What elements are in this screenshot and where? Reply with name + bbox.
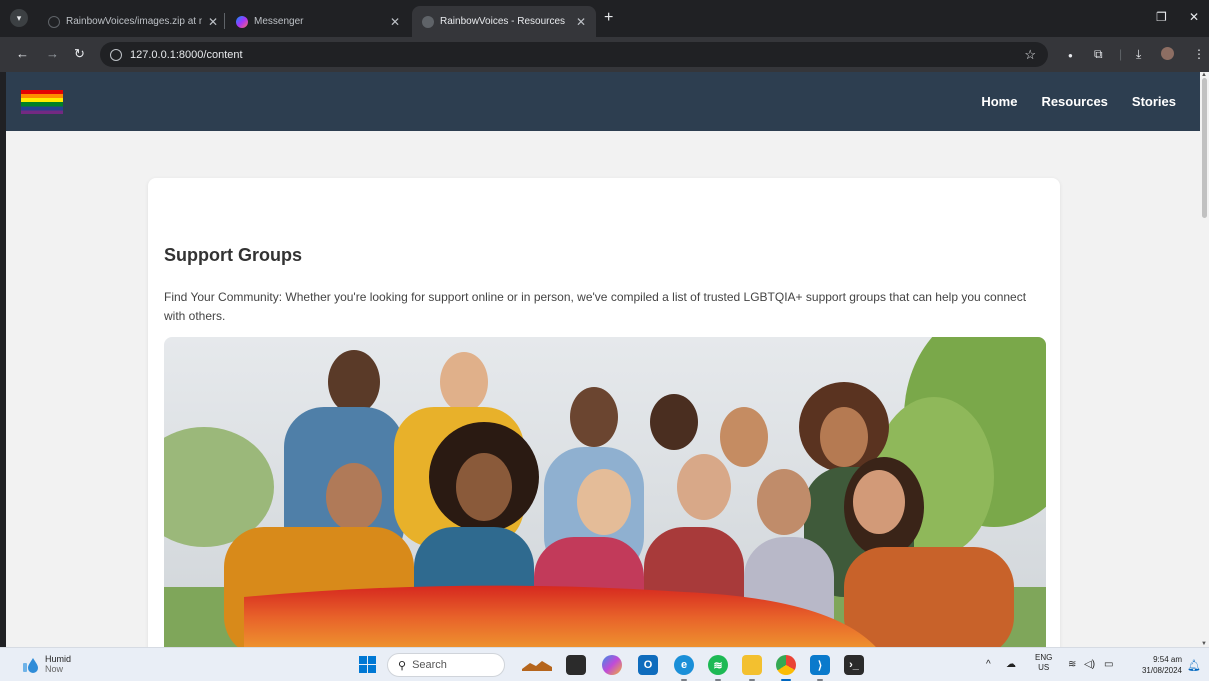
battery-icon[interactable]: ▭	[1104, 659, 1113, 670]
site-info-icon[interactable]	[110, 48, 122, 61]
spotify-icon[interactable]: ≋	[708, 655, 728, 681]
weather-time: Now	[45, 664, 64, 674]
address-bar[interactable]: 127.0.0.1:8000/content ☆	[100, 42, 1048, 67]
tab-github[interactable]: RainbowVoices/images.zip at m ✕	[38, 6, 228, 37]
language-code: ENG	[1035, 653, 1053, 662]
tab-title: RainbowVoices/images.zip at m	[66, 16, 202, 27]
task-view-icon[interactable]	[566, 655, 586, 675]
section-description: Find Your Community: Whether you're look…	[164, 290, 1027, 323]
volume-icon[interactable]: ◁)	[1084, 659, 1095, 670]
toolbar-separator: |	[1119, 47, 1123, 61]
weather-widget[interactable]: Humid Now	[45, 654, 71, 674]
copilot-icon[interactable]	[602, 655, 622, 675]
tab-title: Messenger	[254, 16, 304, 27]
wifi-icon[interactable]: ≋	[1068, 659, 1076, 670]
profile-avatar[interactable]	[1161, 47, 1174, 60]
tab-resources[interactable]: RainbowVoices - Resources ✕	[412, 6, 596, 37]
forward-icon[interactable]: →	[46, 47, 59, 60]
taskbar-search[interactable]: ⚲ Search	[387, 653, 505, 677]
restore-icon[interactable]: ❐	[1156, 10, 1167, 24]
shoes-widget-icon[interactable]	[520, 655, 554, 675]
clock-date: 31/08/2024	[1141, 666, 1182, 675]
back-icon[interactable]: ←	[16, 47, 29, 60]
page-viewport: Home Resources Stories Support Groups Fi…	[6, 72, 1200, 647]
site-header: Home Resources Stories	[6, 72, 1200, 131]
outlook-icon[interactable]: O	[638, 655, 658, 675]
search-icon: ⚲	[398, 659, 407, 672]
community-photo	[164, 337, 1046, 647]
weather-condition: Humid	[45, 654, 72, 664]
chrome-icon[interactable]	[776, 655, 796, 681]
page-scrollbar[interactable]: ▲ ▼	[1200, 72, 1209, 647]
nav-home-link[interactable]: Home	[981, 94, 1017, 109]
messenger-icon	[236, 15, 248, 28]
file-explorer-icon[interactable]	[742, 655, 762, 681]
close-icon[interactable]: ✕	[576, 15, 586, 29]
downloads-icon[interactable]: ⤓	[1136, 48, 1141, 60]
section-heading: Support Groups	[164, 245, 302, 265]
close-window-icon[interactable]: ✕	[1189, 10, 1199, 24]
terminal-icon[interactable]: ›_	[844, 655, 864, 675]
support-groups-card: Support Groups Find Your Community: Whet…	[148, 178, 1060, 647]
close-icon[interactable]: ✕	[390, 15, 400, 29]
scrollbar-thumb[interactable]	[1202, 78, 1207, 218]
site-nav: Home Resources Stories	[981, 72, 1200, 131]
system-clock[interactable]: 9:54 am 31/08/2024	[1130, 654, 1182, 676]
github-icon	[48, 15, 60, 28]
reload-icon[interactable]: ↻	[74, 47, 85, 60]
browser-tab-strip: ▾ RainbowVoices/images.zip at m ✕ Messen…	[0, 0, 1209, 37]
new-tab-icon[interactable]: +	[604, 10, 613, 26]
tab-messenger[interactable]: Messenger ✕	[226, 6, 410, 37]
url-text: 127.0.0.1:8000/content	[130, 48, 243, 61]
start-button[interactable]	[359, 656, 376, 673]
region-code: US	[1038, 663, 1050, 672]
nav-resources-link[interactable]: Resources	[1041, 94, 1107, 109]
bookmark-star-icon[interactable]: ☆	[1024, 47, 1036, 63]
edge-icon[interactable]: e	[674, 655, 694, 681]
notification-bell-icon[interactable]: 🔔︎	[1187, 659, 1201, 672]
nav-stories-link[interactable]: Stories	[1132, 94, 1176, 109]
extensions-icon[interactable]: ⧉	[1094, 48, 1103, 60]
clock-time: 9:54 am	[1153, 655, 1182, 664]
globe-icon	[422, 15, 434, 28]
windows-taskbar: Humid Now ⚲ Search O e ≋ ⟩ ›_ ^ ☁ ENG US…	[0, 647, 1209, 681]
language-indicator[interactable]: ENG US	[1035, 653, 1052, 673]
show-hidden-icons-icon[interactable]: ^	[986, 659, 991, 670]
menu-icon[interactable]: ⋮	[1193, 48, 1205, 60]
close-icon[interactable]: ✕	[208, 15, 218, 29]
rainbow-logo[interactable]	[21, 90, 63, 114]
browser-toolbar: ← → ↻ 127.0.0.1:8000/content ☆ ● ⧉ | ⤓ ⋮	[0, 37, 1209, 72]
search-placeholder: Search	[412, 659, 447, 671]
weather-icon[interactable]	[22, 656, 40, 674]
tab-separator	[224, 13, 225, 29]
extension-dot-icon[interactable]: ●	[1068, 50, 1073, 62]
tab-search-icon[interactable]: ▾	[10, 9, 28, 27]
tab-title: RainbowVoices - Resources	[440, 16, 566, 27]
onedrive-icon[interactable]: ☁	[1006, 659, 1016, 670]
vscode-icon[interactable]: ⟩	[810, 655, 830, 681]
